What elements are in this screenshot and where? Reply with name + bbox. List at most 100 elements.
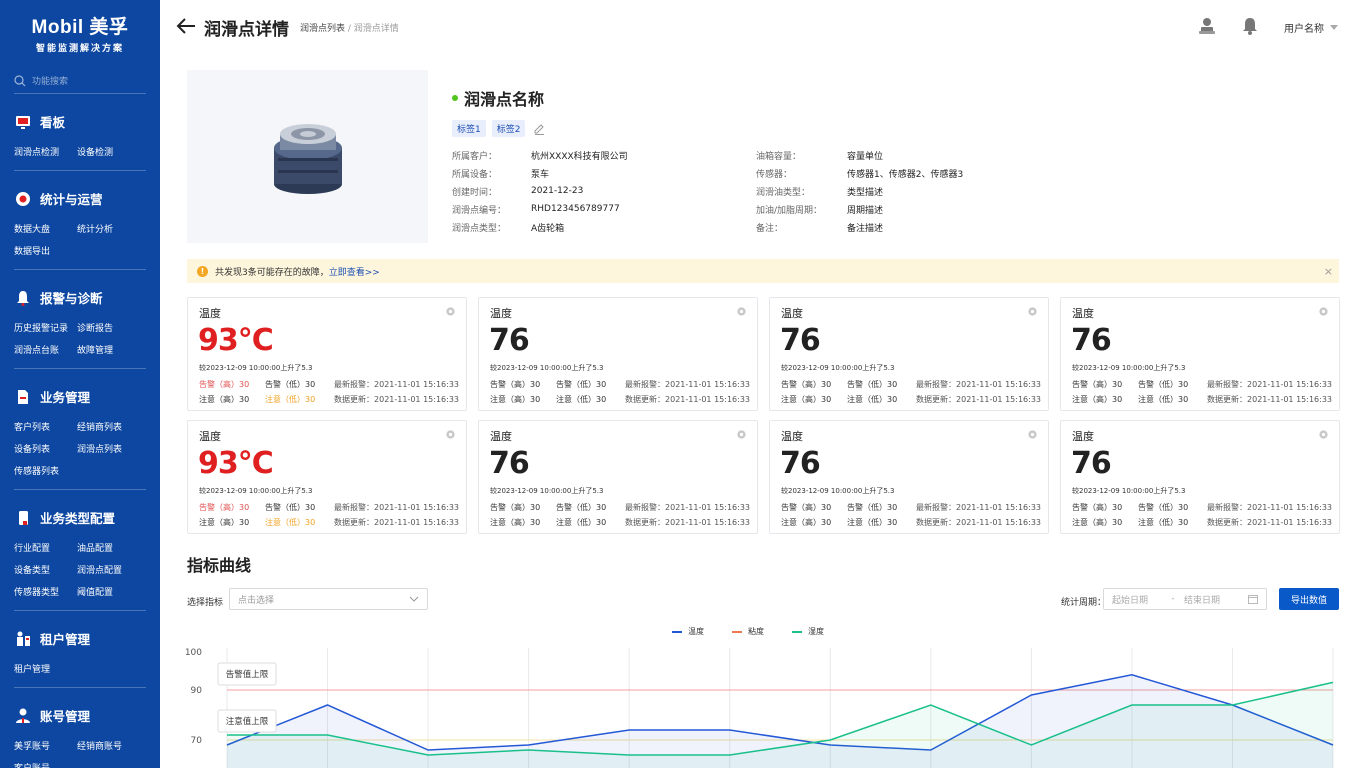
nav-group-title-text: 报警与诊断	[40, 291, 103, 306]
nav-group-title[interactable]: 看板	[14, 112, 146, 131]
nav-group-title[interactable]: 租户管理	[14, 629, 146, 648]
nav-group-title[interactable]: 统计与运营	[14, 189, 146, 208]
sidebar-item[interactable]: 润滑点检测	[14, 145, 77, 158]
sidebar-item[interactable]: 数据导出	[14, 244, 77, 257]
warn-high: 告警（高）30	[1072, 380, 1123, 389]
end-date-input[interactable]: 结束日期	[1184, 593, 1244, 606]
metric-row: 注意（高）30 注意（低）30 数据更新：2021-11-01 15:16:33	[490, 517, 750, 528]
metric-delta: 较2023-12-09 10:00:00上升了5.3	[781, 487, 895, 495]
legend-label: 湿度	[808, 627, 824, 636]
sidebar-item[interactable]: 统计分析	[77, 222, 147, 235]
caution-low: 注意（低）30	[556, 518, 607, 527]
tenant-icon	[17, 631, 30, 646]
sidebar-item[interactable]: 诊断报告	[77, 321, 147, 334]
metric-card[interactable]: 温度 76 较2023-12-09 10:00:00上升了5.3 告警（高）30 告警（…	[769, 297, 1049, 411]
info-key: 加油/加脂周期：	[756, 205, 823, 216]
sidebar-item[interactable]: 油品配置	[77, 541, 147, 554]
date-range-picker[interactable]: 起始日期 - 结束日期	[1103, 588, 1267, 610]
sidebar-item[interactable]: 设备检测	[77, 145, 147, 158]
gear-icon[interactable]	[736, 429, 747, 440]
metric-title: 温度	[1072, 307, 1094, 320]
warn-high: 告警（高）30	[199, 503, 250, 512]
sidebar-item[interactable]: 润滑点列表	[77, 442, 147, 455]
info-key: 创建时间：	[452, 187, 498, 198]
alert-view-link[interactable]: 立即查看>>	[329, 265, 380, 278]
breadcrumb-link-list[interactable]: 润滑点列表	[300, 24, 345, 34]
info-row: 润滑油类型： 类型描述	[756, 183, 963, 201]
sidebar-item[interactable]: 历史报警记录	[14, 321, 77, 334]
sidebar-item[interactable]: 美孚账号	[14, 739, 77, 752]
threshold-label: 注意值上限	[226, 716, 269, 727]
breadcrumb: 润滑点列表 / 润滑点详情	[300, 21, 399, 34]
nav-group-title[interactable]: 账号管理	[14, 706, 146, 725]
curve-section-title: 指标曲线	[187, 556, 252, 575]
start-date-input[interactable]: 起始日期	[1112, 593, 1162, 606]
sidebar-item[interactable]: 润滑点配置	[77, 563, 147, 576]
indicator-select[interactable]: 点击选择	[229, 588, 428, 610]
gear-icon[interactable]	[445, 306, 456, 317]
gear-icon[interactable]	[1318, 429, 1329, 440]
info-value: RHD123456789777	[531, 204, 620, 215]
sidebar-item[interactable]: 行业配置	[14, 541, 77, 554]
sidebar-item[interactable]: 阈值配置	[77, 585, 147, 598]
warn-low: 告警（低）30	[556, 503, 607, 512]
sidebar-item[interactable]: 客户账号	[14, 761, 77, 768]
chevron-down-icon	[409, 596, 419, 602]
bell-icon[interactable]	[1242, 17, 1258, 35]
sidebar-item[interactable]: 经销商列表	[77, 420, 147, 433]
sidebar-item[interactable]: 客户列表	[14, 420, 77, 433]
metric-card[interactable]: 温度 93°C 较2023-12-09 10:00:00上升了5.3 告警（高）30 告…	[187, 297, 467, 411]
metric-delta: 较2023-12-09 10:00:00上升了5.3	[1072, 364, 1186, 372]
sidebar-item[interactable]: 设备列表	[14, 442, 77, 455]
sidebar-search-input[interactable]: 功能搜索	[32, 74, 68, 87]
warn-high: 告警（高）30	[199, 380, 250, 389]
metric-value: 76	[489, 323, 530, 358]
metric-card[interactable]: 温度 76 较2023-12-09 10:00:00上升了5.3 告警（高）30 告警（…	[1060, 297, 1340, 411]
account-icon	[16, 708, 30, 723]
metric-card[interactable]: 温度 76 较2023-12-09 10:00:00上升了5.3 告警（高）30 告警（…	[478, 297, 758, 411]
metric-row: 告警（高）30 告警（低）30 最新报警：2021-11-01 15:16:33	[490, 379, 750, 390]
legend-item-humidity[interactable]: 湿度	[792, 626, 824, 637]
gear-icon[interactable]	[1027, 429, 1038, 440]
gearbox-image	[273, 123, 342, 194]
edit-icon[interactable]	[533, 123, 545, 135]
nav-items: 行业配置 油品配置 设备类型 润滑点配置 传感器类型 阈值配置	[14, 541, 146, 598]
sidebar-search[interactable]: 功能搜索	[14, 74, 146, 94]
nav-group-title[interactable]: 业务管理	[14, 387, 146, 406]
tag[interactable]: 标签2	[491, 120, 526, 137]
export-button[interactable]: 导出数值	[1279, 588, 1339, 610]
user-download-icon[interactable]	[1198, 17, 1216, 35]
sidebar-item[interactable]: 经销商账号	[77, 739, 147, 752]
metric-card[interactable]: 温度 76 较2023-12-09 10:00:00上升了5.3 告警（高）30 告警（…	[769, 420, 1049, 534]
lubrication-point-name-text: 润滑点名称	[464, 90, 545, 109]
sidebar-item[interactable]: 故障管理	[77, 343, 147, 356]
legend-item-temperature[interactable]: 温度	[672, 626, 704, 637]
back-arrow-icon[interactable]	[176, 17, 196, 35]
legend-item-viscosity[interactable]: 粘度	[732, 626, 764, 637]
nav-group-title[interactable]: 业务类型配置	[14, 508, 146, 527]
gear-icon[interactable]	[1027, 306, 1038, 317]
caution-high: 注意（高）30	[490, 518, 541, 527]
user-menu[interactable]: 用户名称	[1284, 20, 1338, 35]
gear-icon[interactable]	[445, 429, 456, 440]
sidebar-item[interactable]: 传感器列表	[14, 464, 77, 477]
info-row: 润滑点类型： A齿轮箱	[452, 218, 628, 236]
sidebar-item[interactable]: 润滑点台账	[14, 343, 77, 356]
sidebar-item[interactable]: 租户管理	[14, 662, 77, 675]
sidebar-item[interactable]: 传感器类型	[14, 585, 77, 598]
nav-group-title[interactable]: 报警与诊断	[14, 288, 146, 307]
warning-icon: !	[197, 265, 208, 277]
indicator-chart: 100 90 70 告警值上限注意值上限	[185, 648, 1334, 768]
product-image	[187, 70, 428, 243]
metric-card[interactable]: 温度 76 较2023-12-09 10:00:00上升了5.3 告警（高）30 告警（…	[1060, 420, 1340, 534]
sidebar-item[interactable]: 设备类型	[14, 563, 77, 576]
nav-group-title-text: 租户管理	[40, 632, 91, 647]
tag[interactable]: 标签1	[452, 120, 486, 137]
metric-row: 注意（高）30 注意（低）30 数据更新：2021-11-01 15:16:33	[781, 394, 1041, 405]
metric-card[interactable]: 温度 93°C 较2023-12-09 10:00:00上升了5.3 告警（高）30 告…	[187, 420, 467, 534]
metric-card[interactable]: 温度 76 较2023-12-09 10:00:00上升了5.3 告警（高）30 告警（…	[478, 420, 758, 534]
gear-icon[interactable]	[736, 306, 747, 317]
close-icon[interactable]: ×	[1324, 265, 1333, 278]
sidebar-item[interactable]: 数据大盘	[14, 222, 77, 235]
gear-icon[interactable]	[1318, 306, 1329, 317]
